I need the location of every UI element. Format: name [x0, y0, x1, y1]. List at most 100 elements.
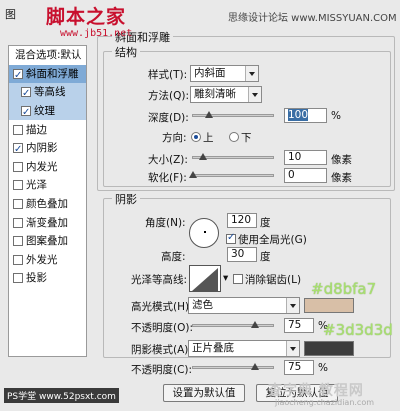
shadow-opacity-thumb[interactable] [250, 363, 259, 370]
soften-unit: 像素 [331, 172, 352, 184]
checkbox-icon[interactable] [13, 254, 23, 265]
checkbox-icon[interactable] [13, 236, 23, 247]
contour-curve-icon [192, 268, 218, 291]
size-unit: 像素 [331, 154, 352, 166]
depth-slider[interactable] [192, 111, 274, 118]
shading-title: 阴影 [112, 191, 140, 207]
checkbox-icon[interactable] [13, 273, 23, 284]
angle-dial[interactable] [189, 218, 219, 248]
checkbox-checked-icon [226, 232, 236, 244]
size-slider-thumb[interactable] [199, 153, 207, 160]
size-slider[interactable] [192, 153, 274, 160]
shadow-hex-annotation: #3d3d3d [323, 321, 393, 339]
method-select[interactable]: 雕刻清晰 [190, 86, 262, 103]
highlight-mode-select[interactable]: 滤色 [188, 297, 300, 314]
checkbox-icon[interactable] [13, 217, 23, 228]
direction-up-radio[interactable]: 上 [191, 130, 214, 145]
style-item-11[interactable]: 投影 [9, 269, 86, 288]
checkbox-icon[interactable] [13, 161, 23, 172]
soften-slider-thumb[interactable] [189, 171, 197, 178]
shadow-opacity-slider[interactable] [192, 363, 274, 370]
angle-label: 角度(N): [145, 217, 186, 229]
highlight-hex-annotation: #d8bfa7 [311, 280, 377, 298]
angle-input[interactable]: 120 [227, 213, 257, 228]
watermark-site: 思缘设计论坛 www.MISSYUAN.COM [228, 13, 397, 24]
direction-label: 方向: [162, 132, 187, 144]
style-label: 样式(T): [148, 69, 188, 81]
shadow-opacity-input[interactable]: 75 [284, 360, 314, 375]
style-item-5[interactable]: 内发光 [9, 158, 86, 177]
highlight-opacity-thumb[interactable] [250, 321, 259, 328]
checkbox-checked-icon[interactable] [21, 104, 31, 122]
checkbox-checked-icon[interactable] [13, 141, 23, 159]
checkbox-icon[interactable] [13, 199, 23, 210]
global-light-checkbox[interactable]: 使用全局光(G) [226, 232, 307, 247]
style-item-label: 投影 [26, 272, 47, 285]
set-default-button[interactable]: 设置为默认值 [163, 384, 245, 402]
style-select[interactable]: 内斜面 [190, 65, 259, 82]
shadow-mode-value: 正片叠底 [192, 342, 234, 354]
soften-slider[interactable] [189, 171, 274, 178]
style-select-value: 内斜面 [194, 67, 226, 79]
style-list-panel: 混合选项:默认 斜面和浮雕等高线纹理描边内阴影内发光光泽颜色叠加渐变叠加图案叠加… [8, 45, 87, 357]
shadow-color-swatch[interactable] [304, 341, 354, 356]
depth-unit: % [331, 110, 341, 122]
radio-icon [229, 132, 239, 142]
highlight-mode-value: 滤色 [192, 299, 213, 311]
style-item-label: 光泽 [26, 179, 47, 192]
altitude-unit: 度 [260, 251, 271, 263]
depth-label: 深度(D): [148, 112, 189, 124]
window-title: 图 [5, 8, 16, 21]
style-item-6[interactable]: 光泽 [9, 176, 86, 195]
checkbox-icon[interactable] [13, 180, 23, 191]
shadow-mode-select[interactable]: 正片叠底 [188, 340, 300, 357]
checkbox-icon[interactable] [13, 124, 23, 135]
radio-selected-icon [191, 132, 201, 142]
style-item-label: 斜面和浮雕 [26, 67, 79, 80]
style-item-3[interactable]: 描边 [9, 120, 86, 139]
style-item-0[interactable]: 斜面和浮雕 [9, 64, 86, 85]
style-item-label: 等高线 [34, 86, 66, 99]
watermark-footer-url: jiaocheng.chazidian.com [275, 398, 375, 407]
altitude-input[interactable]: 30 [227, 247, 257, 262]
style-item-4[interactable]: 内阴影 [9, 139, 86, 159]
style-item-9[interactable]: 图案叠加 [9, 232, 86, 251]
style-item-2[interactable]: 纹理 [9, 101, 86, 122]
soften-input[interactable]: 0 [284, 168, 327, 183]
structure-title: 结构 [112, 44, 140, 60]
shadow-mode-label: 阴影模式(A): [131, 344, 192, 356]
style-item-label: 描边 [26, 123, 47, 136]
soften-label: 软化(F): [148, 172, 187, 184]
style-item-1[interactable]: 等高线 [9, 83, 86, 103]
checkbox-icon [233, 274, 243, 284]
antialias-checkbox[interactable]: 消除锯齿(L) [233, 272, 301, 287]
watermark-logo: 脚本之家 [46, 6, 127, 28]
gloss-contour-dropdown[interactable]: ▾ [223, 272, 228, 284]
watermark-footer-right: 查字典 教程网 [268, 383, 364, 399]
style-item-label: 渐变叠加 [26, 216, 68, 229]
style-item-10[interactable]: 外发光 [9, 251, 86, 270]
highlight-opacity-slider[interactable] [192, 321, 274, 328]
checkbox-checked-icon[interactable] [21, 85, 31, 103]
blending-options-item[interactable]: 混合选项:默认 [9, 46, 86, 65]
style-item-8[interactable]: 渐变叠加 [9, 213, 86, 232]
style-item-label: 图案叠加 [26, 235, 68, 248]
depth-slider-thumb[interactable] [205, 111, 214, 118]
watermark-footer-left: PS学堂 www.52psxt.com [4, 388, 119, 403]
gloss-contour-label: 光泽等高线: [131, 274, 188, 286]
method-select-value: 雕刻清晰 [194, 88, 236, 100]
depth-input[interactable]: 100 [284, 108, 327, 123]
altitude-label: 高度: [161, 251, 186, 263]
highlight-mode-label: 高光模式(H): [131, 301, 193, 313]
highlight-color-swatch[interactable] [304, 298, 354, 313]
checkbox-checked-icon[interactable] [13, 67, 23, 85]
gloss-contour-preview[interactable] [189, 265, 221, 292]
style-item-label: 内阴影 [26, 142, 58, 155]
style-item-7[interactable]: 颜色叠加 [9, 195, 86, 214]
highlight-opacity-label: 不透明度(O): [131, 322, 193, 334]
chevron-down-icon [286, 341, 299, 356]
direction-down-radio[interactable]: 下 [229, 130, 252, 145]
chevron-down-icon [248, 87, 261, 102]
size-input[interactable]: 10 [284, 150, 327, 165]
highlight-opacity-input[interactable]: 75 [284, 318, 314, 333]
